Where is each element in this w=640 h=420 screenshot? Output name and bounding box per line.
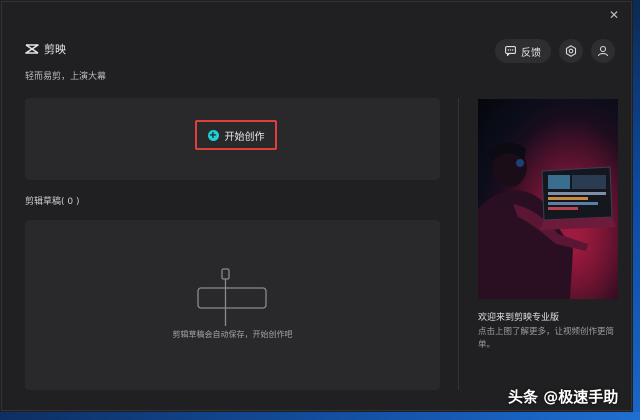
drafts-empty-text: 剪辑草稿会自动保存，开始创作吧 — [172, 330, 293, 339]
gear-icon — [565, 45, 577, 57]
desktop-background-bottom — [0, 412, 640, 420]
desktop-background-right — [633, 0, 640, 420]
empty-draft-icon — [197, 268, 267, 326]
start-creation-panel[interactable]: + 开始创作 — [25, 98, 440, 180]
close-icon[interactable]: ✕ — [607, 8, 621, 22]
feedback-button[interactable]: 反馈 — [495, 39, 551, 63]
promo-description: 点击上图了解更多，让视频创作更简单。 — [478, 327, 615, 350]
app-logo: 剪映 — [25, 41, 66, 57]
watermark-text: 头条 @极速手助 — [508, 388, 619, 406]
promo-banner[interactable] — [478, 99, 618, 299]
header-actions: 反馈 — [495, 39, 615, 63]
promo-illustration — [478, 99, 618, 299]
start-creation-button[interactable]: + 开始创作 — [195, 120, 277, 150]
user-icon — [597, 45, 609, 57]
start-creation-label: 开始创作 — [224, 131, 265, 143]
chat-bubble-icon — [505, 46, 516, 56]
app-slogan: 轻而易剪，上演大幕 — [25, 72, 107, 82]
promo-title: 欢迎来到剪映专业版 — [478, 313, 560, 323]
settings-button[interactable] — [559, 39, 583, 63]
panel-divider — [458, 98, 459, 390]
app-name: 剪映 — [44, 43, 66, 56]
drafts-panel: 剪辑草稿会自动保存，开始创作吧 — [25, 220, 440, 390]
capcut-logo-icon — [25, 44, 39, 54]
account-button[interactable] — [591, 39, 615, 63]
drafts-title: 剪辑草稿( 0 ) — [25, 197, 80, 207]
feedback-label: 反馈 — [521, 47, 541, 59]
app-window: ✕ 剪映 轻而易剪，上演大幕 反馈 + 开始创作 剪辑草稿(0) 剪辑草稿会… — [1, 1, 632, 411]
plus-circle-icon: + — [207, 129, 219, 141]
